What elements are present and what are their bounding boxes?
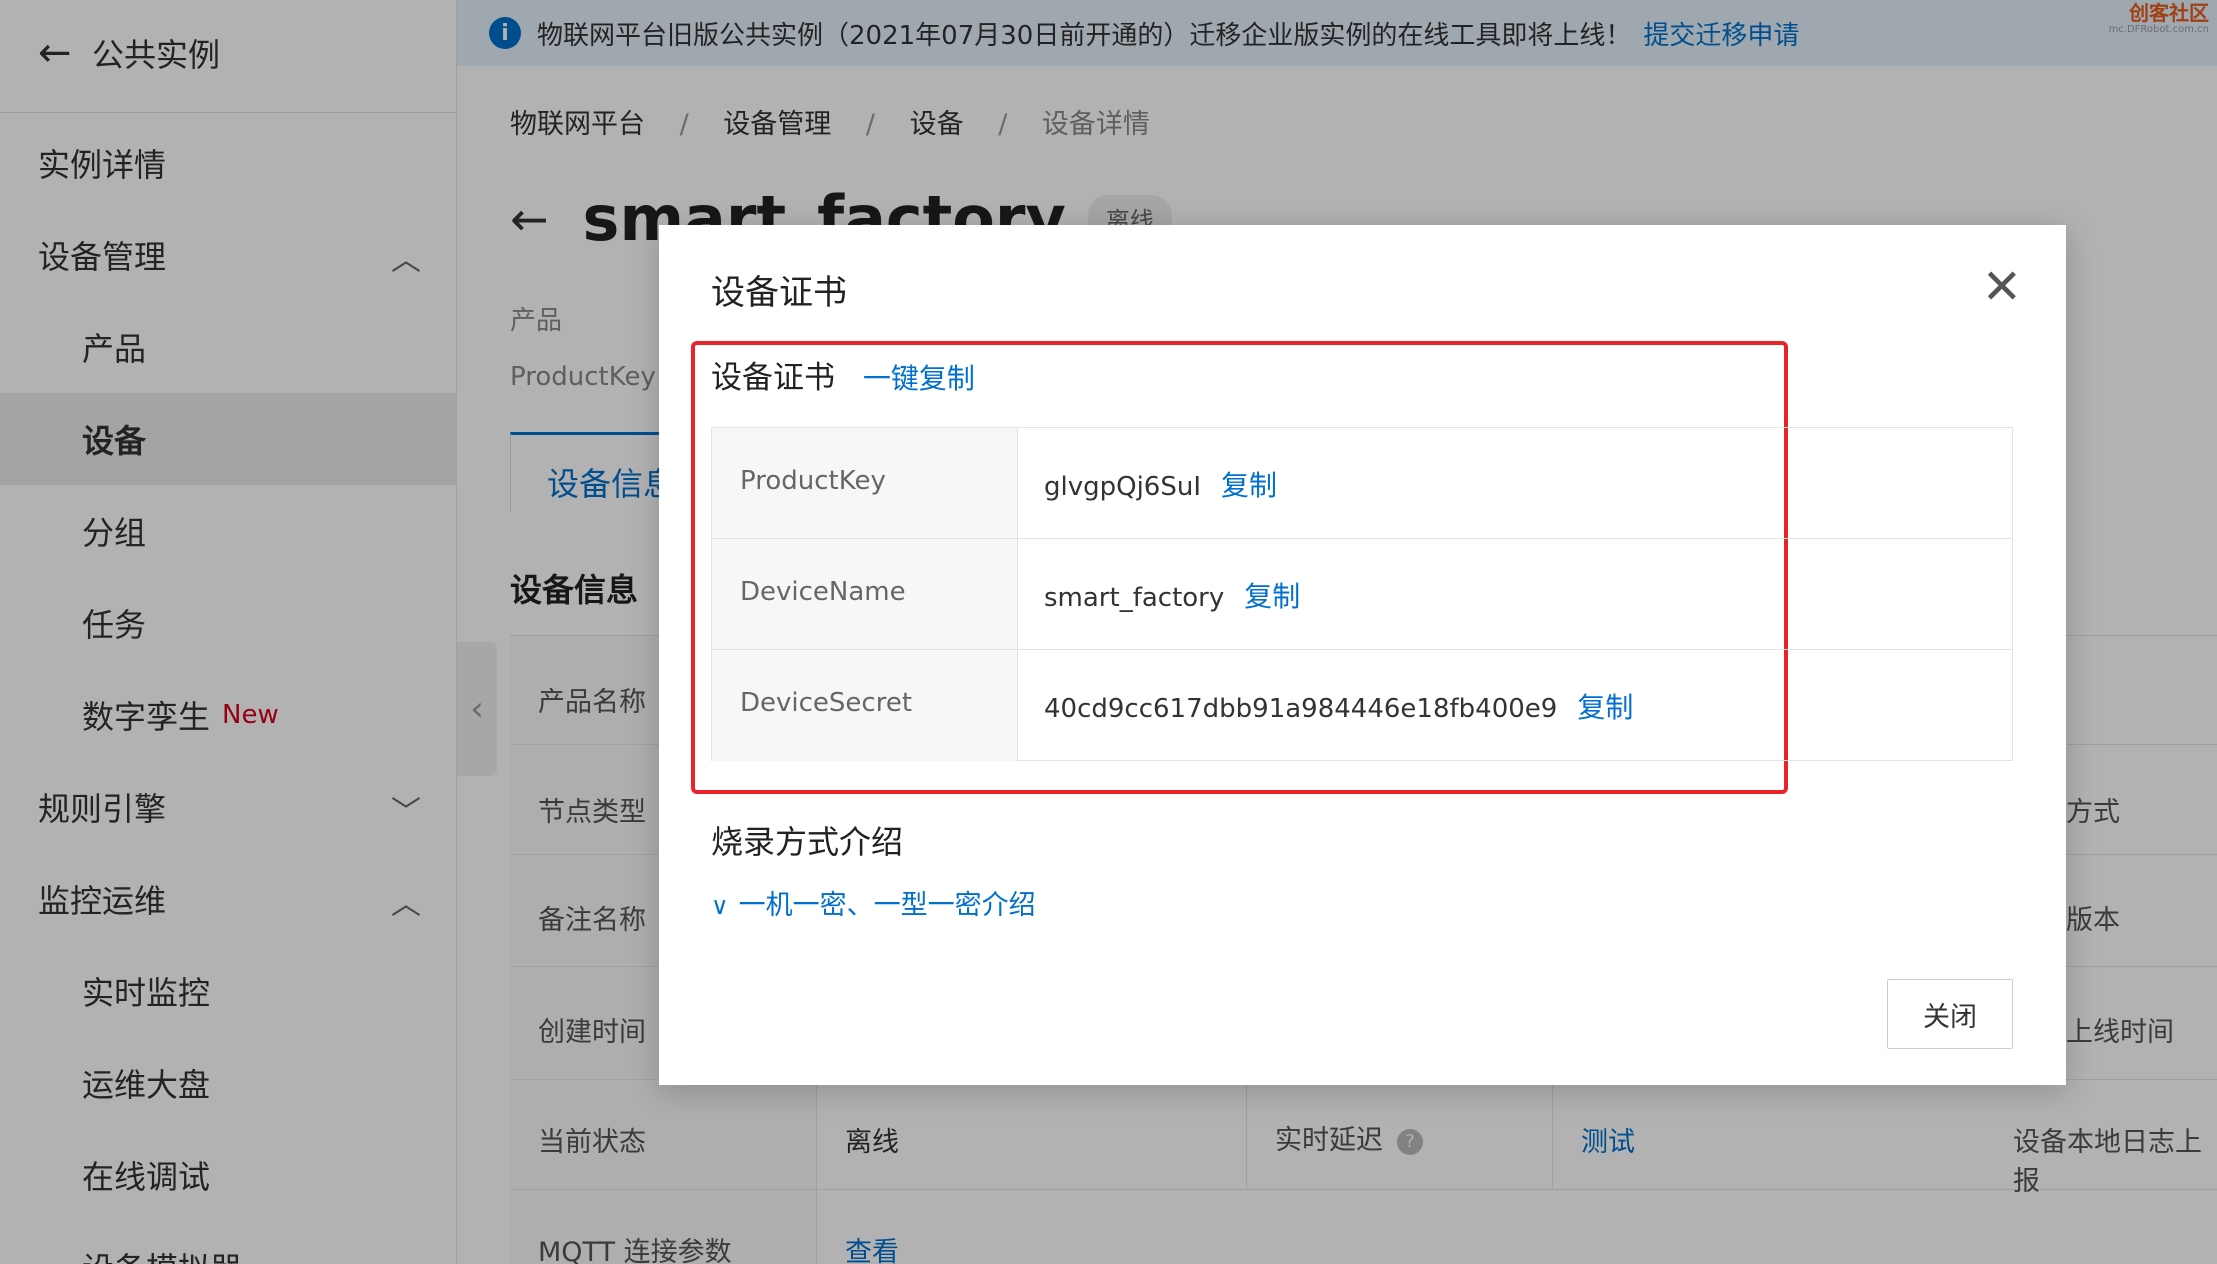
chevron-down-icon: ∨ — [711, 892, 729, 920]
certificate-table: ProductKey glvgpQj6SuI 复制 DeviceName smar… — [711, 427, 2013, 761]
cert-value: smart_factory — [1044, 583, 1225, 613]
table-row: DeviceName smart_factory 复制 — [712, 539, 2012, 650]
close-icon[interactable]: ✕ — [1982, 263, 2022, 311]
certificate-section-header: 设备证书 一键复制 — [711, 352, 975, 397]
cert-value: 40cd9cc617dbb91a984446e18fb400e9 — [1044, 694, 1558, 724]
cert-key: DeviceSecret — [712, 650, 1018, 761]
cert-key: DeviceName — [712, 539, 1018, 649]
cert-value: glvgpQj6SuI — [1044, 472, 1202, 502]
device-certificate-dialog: 设备证书 ✕ 设备证书 一键复制 ProductKey glvgpQj6SuI 复… — [659, 225, 2066, 1085]
table-row: DeviceSecret 40cd9cc617dbb91a984446e18fb… — [712, 650, 2012, 761]
table-row: ProductKey glvgpQj6SuI 复制 — [712, 428, 2012, 539]
copy-link[interactable]: 复制 — [1577, 691, 1633, 724]
cert-key: ProductKey — [712, 428, 1018, 538]
certificate-section-title: 设备证书 — [711, 360, 835, 396]
copy-link[interactable]: 复制 — [1244, 580, 1300, 613]
cert-value-cell: smart_factory 复制 — [1044, 575, 1300, 615]
burn-method-title: 烧录方式介绍 — [711, 823, 904, 861]
cert-value-cell: 40cd9cc617dbb91a984446e18fb400e9 复制 — [1044, 686, 1633, 726]
burn-method-link-text: 一机一密、一型一密介绍 — [738, 890, 1036, 921]
copy-link[interactable]: 复制 — [1221, 469, 1277, 502]
cert-value-cell: glvgpQj6SuI 复制 — [1044, 464, 1277, 504]
dialog-title: 设备证书 — [711, 273, 847, 313]
burn-method-link[interactable]: ∨ 一机一密、一型一密介绍 — [711, 883, 1036, 922]
copy-all-link[interactable]: 一键复制 — [863, 362, 975, 395]
close-button[interactable]: 关闭 — [1887, 979, 2013, 1049]
